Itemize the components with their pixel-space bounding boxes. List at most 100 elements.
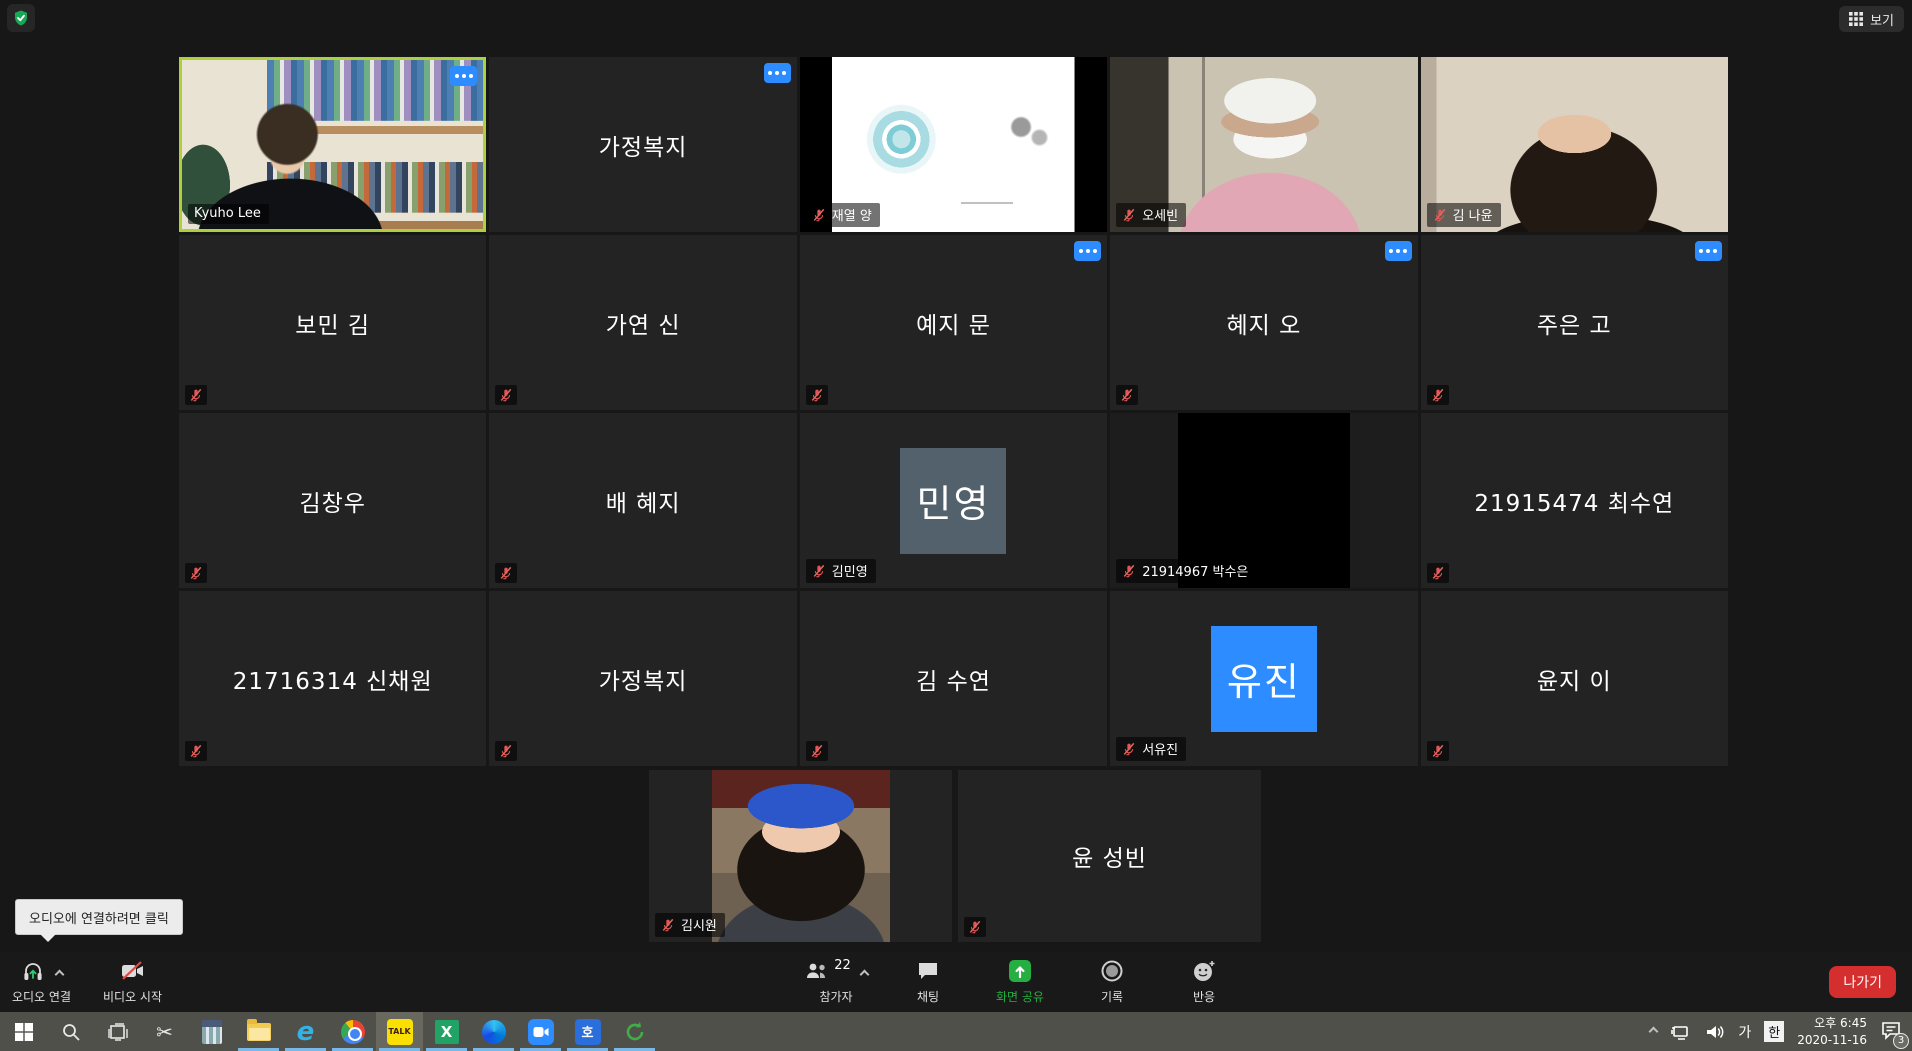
participant-tile[interactable]: 오세빈 xyxy=(1110,57,1417,232)
security-shield-icon xyxy=(12,9,30,27)
record-label: 기록 xyxy=(1101,988,1123,1005)
ime-korean-indicator[interactable]: 가 xyxy=(1738,1022,1751,1042)
participant-name-label: 김민영 xyxy=(806,559,876,583)
volume-icon[interactable] xyxy=(1705,1023,1725,1041)
participant-tile[interactable]: 21914967 박수은 xyxy=(1110,413,1417,588)
participant-tile[interactable]: 가정복지 xyxy=(489,591,796,766)
start-video-button[interactable]: 비디오 시작 xyxy=(103,958,162,1005)
participants-icon xyxy=(804,960,830,982)
excel-taskbar-button[interactable]: X xyxy=(423,1012,470,1051)
zoom-app-icon xyxy=(528,1019,554,1045)
muted-mic-icon xyxy=(1431,744,1445,758)
snipping-tool-taskbar-button[interactable]: ✂ xyxy=(141,1012,188,1051)
tile-menu-button[interactable] xyxy=(1385,241,1412,261)
edge-taskbar-button[interactable] xyxy=(470,1012,517,1051)
participant-label-text: 김 나윤 xyxy=(1453,205,1493,224)
grid-view-icon xyxy=(1849,12,1863,26)
record-button[interactable]: 기록 xyxy=(1066,958,1158,1018)
participant-grid: Kyuho Lee가정복지재열 양오세빈김 나윤보민 김가연 신예지 문혜지 오… xyxy=(179,57,1728,766)
zoom-app-taskbar-button[interactable] xyxy=(517,1012,564,1051)
participant-tile[interactable]: 김 나윤 xyxy=(1421,57,1728,232)
tile-menu-button[interactable] xyxy=(1695,241,1722,261)
participant-name: 21716314 신채원 xyxy=(179,591,486,766)
internet-explorer-taskbar-button[interactable]: e xyxy=(282,1012,329,1051)
participant-tile[interactable]: 김시원 xyxy=(649,770,952,942)
search-taskbar-button[interactable] xyxy=(47,1012,94,1051)
muted-mic-icon xyxy=(499,388,513,402)
headphones-connect-icon xyxy=(20,959,46,983)
chrome-taskbar-button[interactable] xyxy=(329,1012,376,1051)
muted-mic-icon xyxy=(189,388,203,402)
muted-mic-icon xyxy=(1431,566,1445,580)
participant-tile[interactable]: 주은 고 xyxy=(1421,235,1728,410)
participant-name: 가정복지 xyxy=(489,591,796,766)
kakaotalk-taskbar-button[interactable]: TALK xyxy=(376,1012,423,1051)
security-shield-button[interactable] xyxy=(7,4,35,32)
participant-tile[interactable]: 가정복지 xyxy=(489,57,796,232)
participants-button[interactable]: 22 참가자 xyxy=(790,958,882,1018)
audio-options-caret[interactable] xyxy=(55,969,65,979)
calculator-taskbar-button[interactable] xyxy=(188,1012,235,1051)
participant-name-label: 김시원 xyxy=(655,913,725,937)
tile-menu-button[interactable] xyxy=(1074,241,1101,261)
participant-tile[interactable]: 혜지 오 xyxy=(1110,235,1417,410)
participant-tile[interactable]: 재열 양 xyxy=(800,57,1107,232)
participant-name: 배 혜지 xyxy=(489,413,796,588)
task-view-taskbar-button[interactable] xyxy=(94,1012,141,1051)
participant-name: 가연 신 xyxy=(489,235,796,410)
participant-tile[interactable]: 21716314 신채원 xyxy=(179,591,486,766)
camera-off-icon xyxy=(119,959,147,983)
participants-caret[interactable] xyxy=(859,969,869,979)
network-icon[interactable] xyxy=(1670,1023,1692,1041)
reactions-button[interactable]: 반응 xyxy=(1158,958,1250,1018)
participant-tile[interactable]: 민영김민영 xyxy=(800,413,1107,588)
participant-tile[interactable]: 보민 김 xyxy=(179,235,486,410)
notification-center-button[interactable]: 3 xyxy=(1880,1020,1902,1044)
muted-mic-icon xyxy=(810,388,824,402)
participant-tile[interactable]: Kyuho Lee xyxy=(179,57,486,232)
participant-tile[interactable]: 유진서유진 xyxy=(1110,591,1417,766)
tray-time: 오후 6:45 xyxy=(1797,1015,1867,1031)
participant-avatar: 민영 xyxy=(900,448,1006,554)
muted-indicator xyxy=(495,385,517,405)
view-button[interactable]: 보기 xyxy=(1839,6,1904,32)
reactions-label: 반응 xyxy=(1193,988,1215,1005)
tray-expand-caret[interactable] xyxy=(1649,1027,1659,1037)
participant-tile[interactable]: 예지 문 xyxy=(800,235,1107,410)
chat-bubble-icon xyxy=(916,960,940,982)
tile-menu-button[interactable] xyxy=(450,66,477,86)
participant-tile[interactable]: 윤 성빈 xyxy=(958,770,1261,942)
hwp-icon: 호 xyxy=(575,1019,601,1045)
chat-button[interactable]: 채팅 xyxy=(882,958,974,1018)
screen-share-icon xyxy=(1007,958,1033,984)
muted-mic-icon xyxy=(1122,742,1136,756)
muted-indicator xyxy=(185,563,207,583)
participant-tile[interactable]: 윤지 이 xyxy=(1421,591,1728,766)
participant-tile[interactable]: 김창우 xyxy=(179,413,486,588)
participant-name-label: 21914967 박수은 xyxy=(1116,559,1256,583)
muted-mic-icon xyxy=(661,918,675,932)
muted-indicator xyxy=(964,917,986,937)
participant-tile[interactable]: 21915474 최수연 xyxy=(1421,413,1728,588)
participant-label-text: Kyuho Lee xyxy=(194,206,261,221)
task-view-icon xyxy=(107,1022,129,1042)
system-tray: 가 한 오후 6:45 2020-11-16 3 xyxy=(1650,1012,1912,1051)
share-screen-button[interactable]: 화면 공유 xyxy=(974,958,1066,1018)
calculator-icon xyxy=(202,1020,222,1044)
tile-menu-button[interactable] xyxy=(764,63,791,83)
participant-tile[interactable]: 김 수연 xyxy=(800,591,1107,766)
windows-start-taskbar-button[interactable] xyxy=(0,1012,47,1051)
participant-name: 21915474 최수연 xyxy=(1421,413,1728,588)
participant-tile[interactable]: 배 혜지 xyxy=(489,413,796,588)
hwp-taskbar-button[interactable]: 호 xyxy=(564,1012,611,1051)
file-explorer-taskbar-button[interactable] xyxy=(235,1012,282,1051)
join-audio-button[interactable]: 오디오 연결 xyxy=(12,958,71,1005)
leave-meeting-button[interactable]: 나가기 xyxy=(1829,966,1896,998)
participant-tile[interactable]: 가연 신 xyxy=(489,235,796,410)
sync-green-taskbar-button[interactable] xyxy=(611,1012,658,1051)
ime-han-indicator[interactable]: 한 xyxy=(1764,1021,1784,1042)
muted-mic-icon xyxy=(968,920,982,934)
taskbar-clock[interactable]: 오후 6:45 2020-11-16 xyxy=(1797,1015,1867,1047)
participants-label: 참가자 xyxy=(819,988,852,1005)
muted-indicator xyxy=(185,741,207,761)
